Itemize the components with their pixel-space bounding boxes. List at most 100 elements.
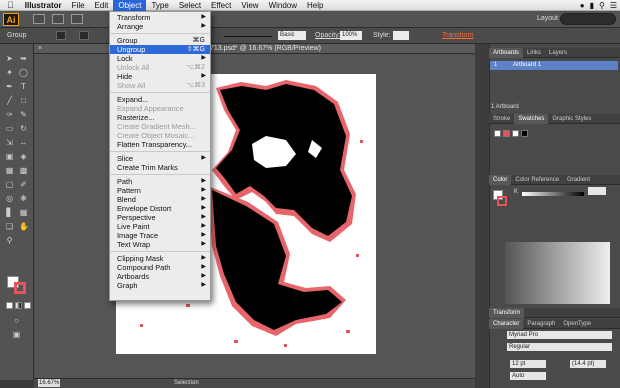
tab-color-reference[interactable]: Color Reference: [511, 175, 563, 185]
perspective-grid-icon[interactable]: ▦: [5, 166, 14, 175]
menu-item-perspective[interactable]: Perspective ▶: [110, 213, 210, 222]
menu-item-slice[interactable]: Slice ▶: [110, 154, 210, 163]
spotlight-icon[interactable]: ⚲: [599, 1, 605, 10]
lasso-icon[interactable]: ◯: [19, 68, 28, 77]
artboard-tool-icon[interactable]: ▦: [19, 208, 28, 217]
zoom-tool-icon[interactable]: ⚲: [5, 236, 14, 245]
menu-edit[interactable]: Edit: [90, 0, 114, 11]
transform-link[interactable]: Transform: [442, 32, 474, 39]
pencil-icon[interactable]: ✎: [19, 110, 28, 119]
color-k-slider[interactable]: [522, 192, 584, 196]
free-transform-icon[interactable]: ▣: [5, 152, 14, 161]
gradient-tool-icon[interactable]: ▢: [5, 180, 14, 189]
search-input[interactable]: [560, 13, 616, 25]
brush-definition-dropdown[interactable]: Basic: [278, 31, 306, 40]
menu-item-ungroup[interactable]: Ungroup ⇧⌘G: [110, 45, 210, 54]
blend-tool-icon[interactable]: ◎: [5, 194, 14, 203]
menu-item-rasterize[interactable]: Rasterize...: [110, 113, 210, 122]
menu-item-create-trim-marks[interactable]: Create Trim Marks: [110, 163, 210, 172]
menu-item-envelope-distort[interactable]: Envelope Distort ▶: [110, 204, 210, 213]
kerning-input[interactable]: Auto: [510, 372, 546, 380]
menu-item-compound-path[interactable]: Compound Path ▶: [110, 263, 210, 272]
menu-item-expand[interactable]: Expand...: [110, 95, 210, 104]
menu-item-artboards[interactable]: Artboards ▶: [110, 272, 210, 281]
menu-item-group[interactable]: Group ⌘G: [110, 36, 210, 45]
menu-type[interactable]: Type: [146, 0, 173, 11]
stroke-swatch[interactable]: [79, 31, 89, 40]
graph-tool-icon[interactable]: ▋: [5, 208, 14, 217]
tab-transform[interactable]: Transform: [489, 307, 525, 318]
tab-swatches[interactable]: Swatches: [514, 113, 549, 124]
slice-tool-icon[interactable]: ❏: [5, 222, 14, 231]
font-style-dropdown[interactable]: Regular: [507, 343, 612, 351]
magic-wand-icon[interactable]: ✦: [5, 68, 14, 77]
zoom-level-dropdown[interactable]: 16.67%: [38, 379, 60, 387]
artboard-list-row[interactable]: 1 Artboard 1: [490, 61, 618, 70]
menu-effect[interactable]: Effect: [206, 0, 236, 11]
gradient-mode-icon[interactable]: [15, 302, 22, 309]
menu-help[interactable]: Help: [302, 0, 328, 11]
menu-window[interactable]: Window: [264, 0, 302, 11]
eraser-icon[interactable]: ▭: [5, 124, 14, 133]
menu-item-hide[interactable]: Hide ▶: [110, 72, 210, 81]
tab-artboards[interactable]: Artboards: [489, 47, 524, 58]
tab-gradient[interactable]: Gradient: [563, 175, 594, 185]
bridge-icon[interactable]: [33, 14, 45, 24]
menu-item-live-paint[interactable]: Live Paint ▶: [110, 222, 210, 231]
status-current-tool[interactable]: Selection: [174, 380, 199, 386]
none-mode-icon[interactable]: [24, 302, 31, 309]
font-size-input[interactable]: 12 pt: [510, 360, 546, 368]
paintbrush-icon[interactable]: ✑: [5, 110, 14, 119]
menu-item-image-trace[interactable]: Image Trace ▶: [110, 231, 210, 240]
stroke-color-icon[interactable]: [14, 282, 26, 294]
menu-item-arrange[interactable]: Arrange ▶: [110, 22, 210, 31]
tab-color[interactable]: Color: [489, 174, 512, 185]
tab-character[interactable]: Character: [489, 318, 524, 329]
wifi-icon[interactable]: ●: [580, 1, 585, 10]
menu-file[interactable]: File: [67, 0, 90, 11]
menu-item-transform[interactable]: Transform ▶: [110, 13, 210, 22]
gradient-preview[interactable]: [505, 242, 610, 304]
type-tool-icon[interactable]: T: [19, 82, 28, 91]
workspace-switcher[interactable]: Layout: [537, 15, 558, 22]
font-family-dropdown[interactable]: Myriad Pro: [507, 331, 612, 339]
mesh-tool-icon[interactable]: ▩: [19, 166, 28, 175]
swatch-white[interactable]: [512, 130, 519, 137]
screen-mode-icon[interactable]: ▣: [12, 330, 21, 339]
menu-view[interactable]: View: [236, 0, 263, 11]
apple-icon[interactable]: : [0, 0, 20, 11]
line-tool-icon[interactable]: ╱: [5, 96, 14, 105]
pen-tool-icon[interactable]: ✒: [5, 82, 14, 91]
menu-object[interactable]: Object: [113, 0, 147, 11]
fill-swatch[interactable]: [56, 31, 66, 40]
menu-app-name[interactable]: Illustrator: [20, 0, 67, 11]
gpu-performance-icon[interactable]: [71, 14, 83, 24]
tab-stroke[interactable]: Stroke: [489, 114, 514, 124]
close-icon[interactable]: ×: [38, 45, 42, 52]
menu-item-blend[interactable]: Blend ▶: [110, 195, 210, 204]
shape-builder-icon[interactable]: ◈: [19, 152, 28, 161]
rotate-icon[interactable]: ↻: [19, 124, 28, 133]
draw-mode-icon[interactable]: ○: [12, 316, 21, 325]
menu-select[interactable]: Select: [174, 0, 206, 11]
menu-item-path[interactable]: Path ▶: [110, 177, 210, 186]
symbol-sprayer-icon[interactable]: ❋: [19, 194, 28, 203]
color-mode-icon[interactable]: [6, 302, 13, 309]
eyedropper-icon[interactable]: ✐: [19, 180, 28, 189]
tab-paragraph[interactable]: Paragraph: [523, 319, 559, 329]
menu-item-pattern[interactable]: Pattern ▶: [110, 186, 210, 195]
selection-tool-icon[interactable]: ➤: [5, 54, 14, 63]
direct-selection-tool-icon[interactable]: ➥: [19, 54, 28, 63]
menu-item-clipping-mask[interactable]: Clipping Mask ▶: [110, 254, 210, 263]
color-k-input[interactable]: [588, 187, 606, 195]
graphic-style-picker[interactable]: [393, 31, 409, 40]
menu-item-flatten-transparency[interactable]: Flatten Transparency...: [110, 140, 210, 149]
tab-links[interactable]: Links: [523, 48, 545, 58]
swatch-none[interactable]: [494, 130, 501, 137]
scale-icon[interactable]: ⇲: [5, 138, 14, 147]
width-tool-icon[interactable]: ↔: [19, 138, 28, 147]
swatch-registration[interactable]: [503, 130, 510, 137]
swatch-black[interactable]: [521, 130, 528, 137]
opacity-input[interactable]: 100%: [340, 31, 362, 40]
leading-input[interactable]: (14.4 pt): [570, 360, 606, 368]
